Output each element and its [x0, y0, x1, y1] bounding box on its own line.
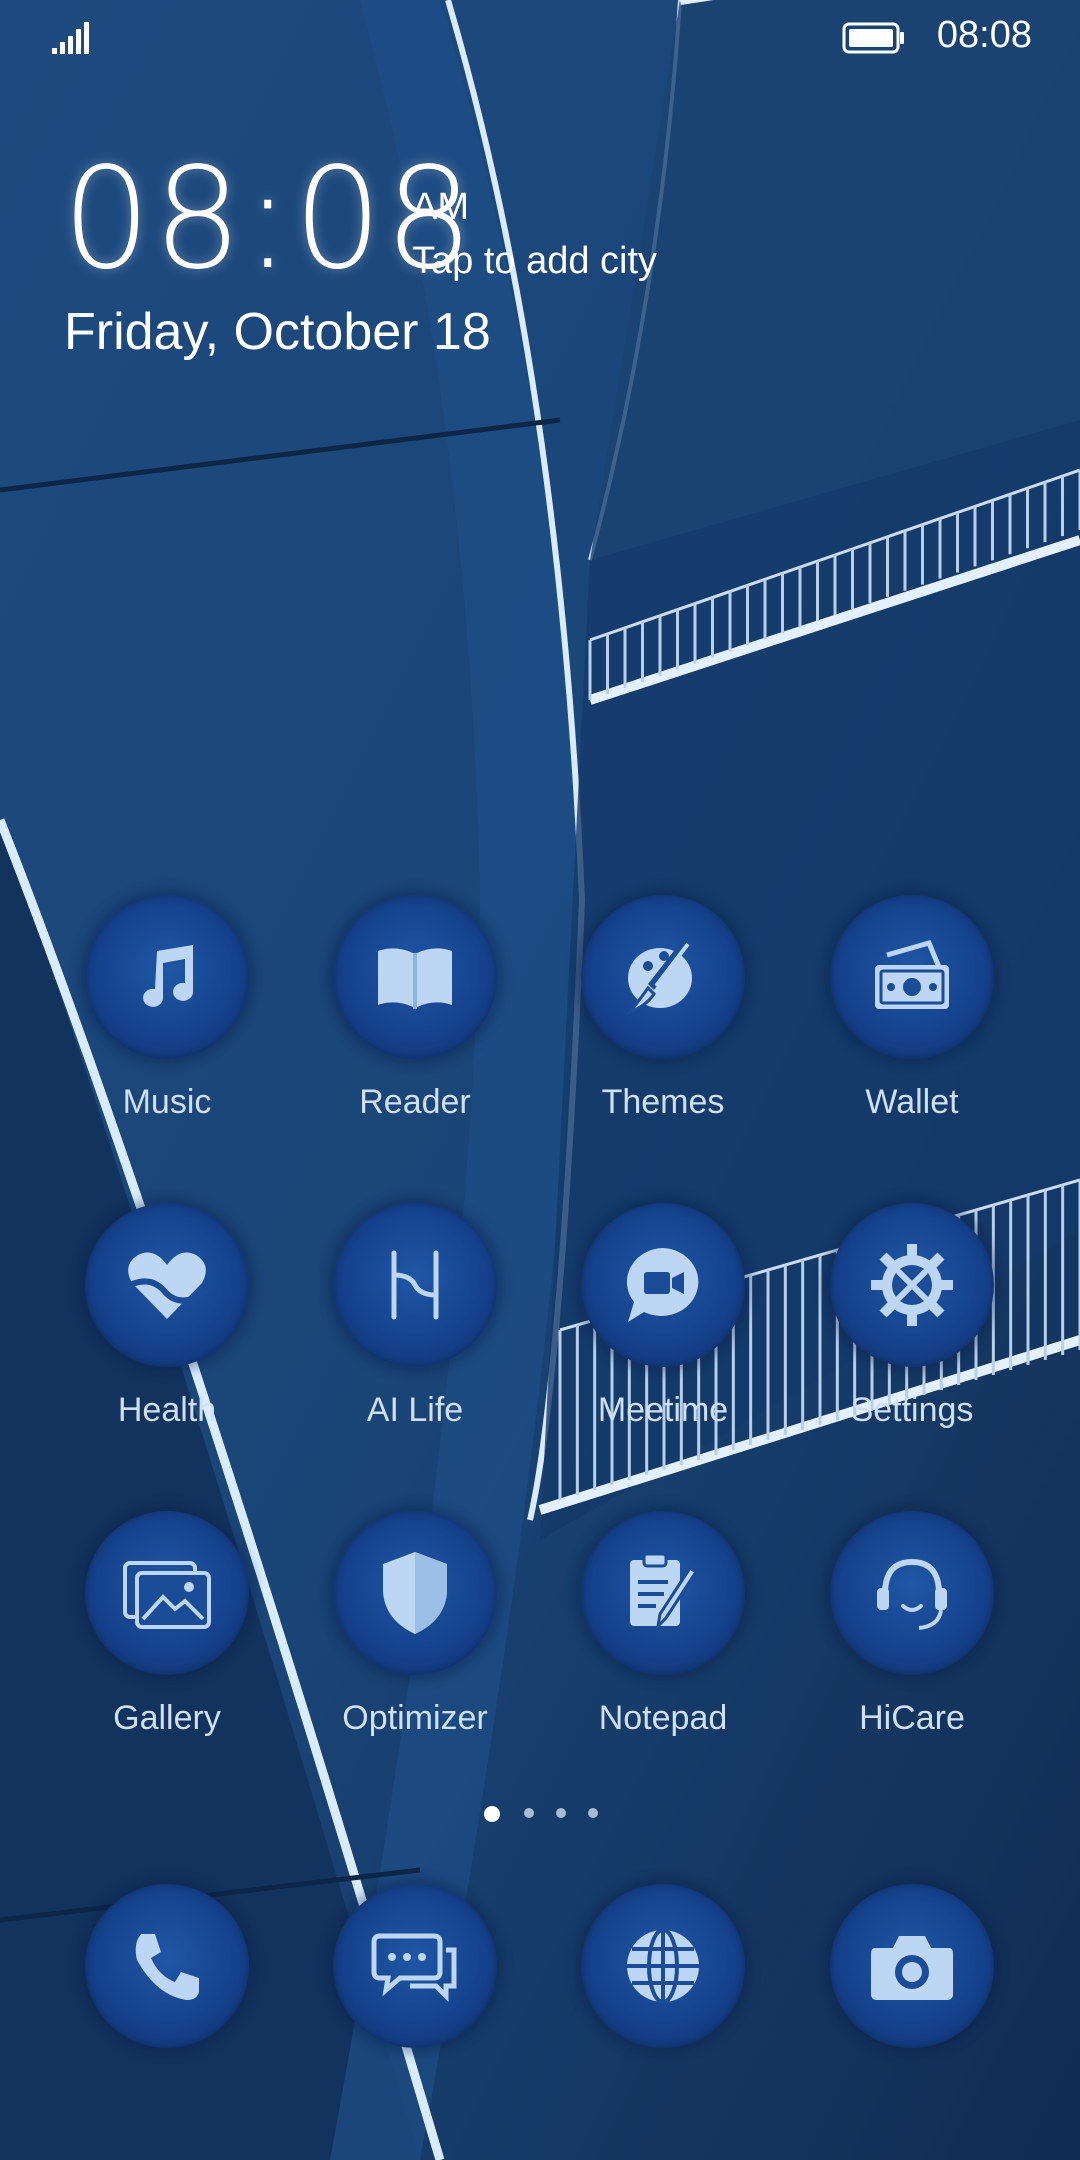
status-bar: 08:08 — [0, 0, 1080, 72]
wallet-icon — [830, 895, 994, 1059]
app-label: Meetime — [597, 1391, 729, 1429]
page-dot-active — [484, 1806, 500, 1822]
page-dot — [556, 1808, 566, 1818]
video-chat-icon — [581, 1203, 745, 1367]
app-messages[interactable] — [295, 1884, 535, 2144]
phone-icon — [85, 1884, 249, 2048]
clock-ampm: AM — [412, 186, 469, 228]
app-ai-life[interactable]: AI Life — [295, 1203, 535, 1463]
app-reader[interactable]: Reader — [295, 895, 535, 1155]
app-label: Themes — [601, 1083, 725, 1121]
notepad-icon — [581, 1511, 745, 1675]
camera-icon — [830, 1884, 994, 2048]
ai-life-icon — [333, 1203, 497, 1367]
shield-icon — [333, 1511, 497, 1675]
battery-icon — [842, 22, 906, 54]
gear-icon — [830, 1203, 994, 1367]
globe-icon — [581, 1884, 745, 2048]
status-time: 08:08 — [936, 14, 1032, 56]
app-hicare[interactable]: HiCare — [792, 1511, 1032, 1771]
app-notepad[interactable]: Notepad — [543, 1511, 783, 1771]
app-gallery[interactable]: Gallery — [47, 1511, 287, 1771]
app-label: Wallet — [865, 1083, 959, 1121]
headset-icon — [830, 1511, 994, 1675]
app-meetime[interactable]: Meetime — [543, 1203, 783, 1463]
app-label: AI Life — [366, 1391, 464, 1429]
page-indicator[interactable] — [480, 1802, 600, 1826]
app-label: Settings — [850, 1391, 974, 1429]
paint-brush-icon — [581, 895, 745, 1059]
signal-icon — [52, 20, 92, 54]
app-label: Gallery — [113, 1699, 221, 1737]
gallery-icon — [85, 1511, 249, 1675]
app-label: HiCare — [859, 1699, 965, 1737]
app-label: Health — [117, 1391, 217, 1429]
app-camera[interactable] — [792, 1884, 1032, 2144]
app-settings[interactable]: Settings — [792, 1203, 1032, 1463]
app-label: Music — [122, 1083, 212, 1121]
page-dot — [524, 1808, 534, 1818]
heart-icon — [85, 1203, 249, 1367]
app-label: Notepad — [598, 1699, 728, 1737]
music-note-icon — [85, 895, 249, 1059]
book-icon — [333, 895, 497, 1059]
app-label: Reader — [359, 1083, 471, 1121]
app-music[interactable]: Music — [47, 895, 287, 1155]
app-optimizer[interactable]: Optimizer — [295, 1511, 535, 1771]
app-wallet[interactable]: Wallet — [792, 895, 1032, 1155]
add-city-link[interactable]: Tap to add city — [412, 240, 657, 283]
messages-icon — [333, 1884, 497, 2048]
page-dot — [588, 1808, 598, 1818]
app-browser[interactable] — [543, 1884, 783, 2144]
app-health[interactable]: Health — [47, 1203, 287, 1463]
clock-date[interactable]: Friday, October 18 — [64, 302, 491, 362]
app-label: Optimizer — [342, 1699, 488, 1737]
app-phone[interactable] — [47, 1884, 287, 2144]
app-themes[interactable]: Themes — [543, 895, 783, 1155]
